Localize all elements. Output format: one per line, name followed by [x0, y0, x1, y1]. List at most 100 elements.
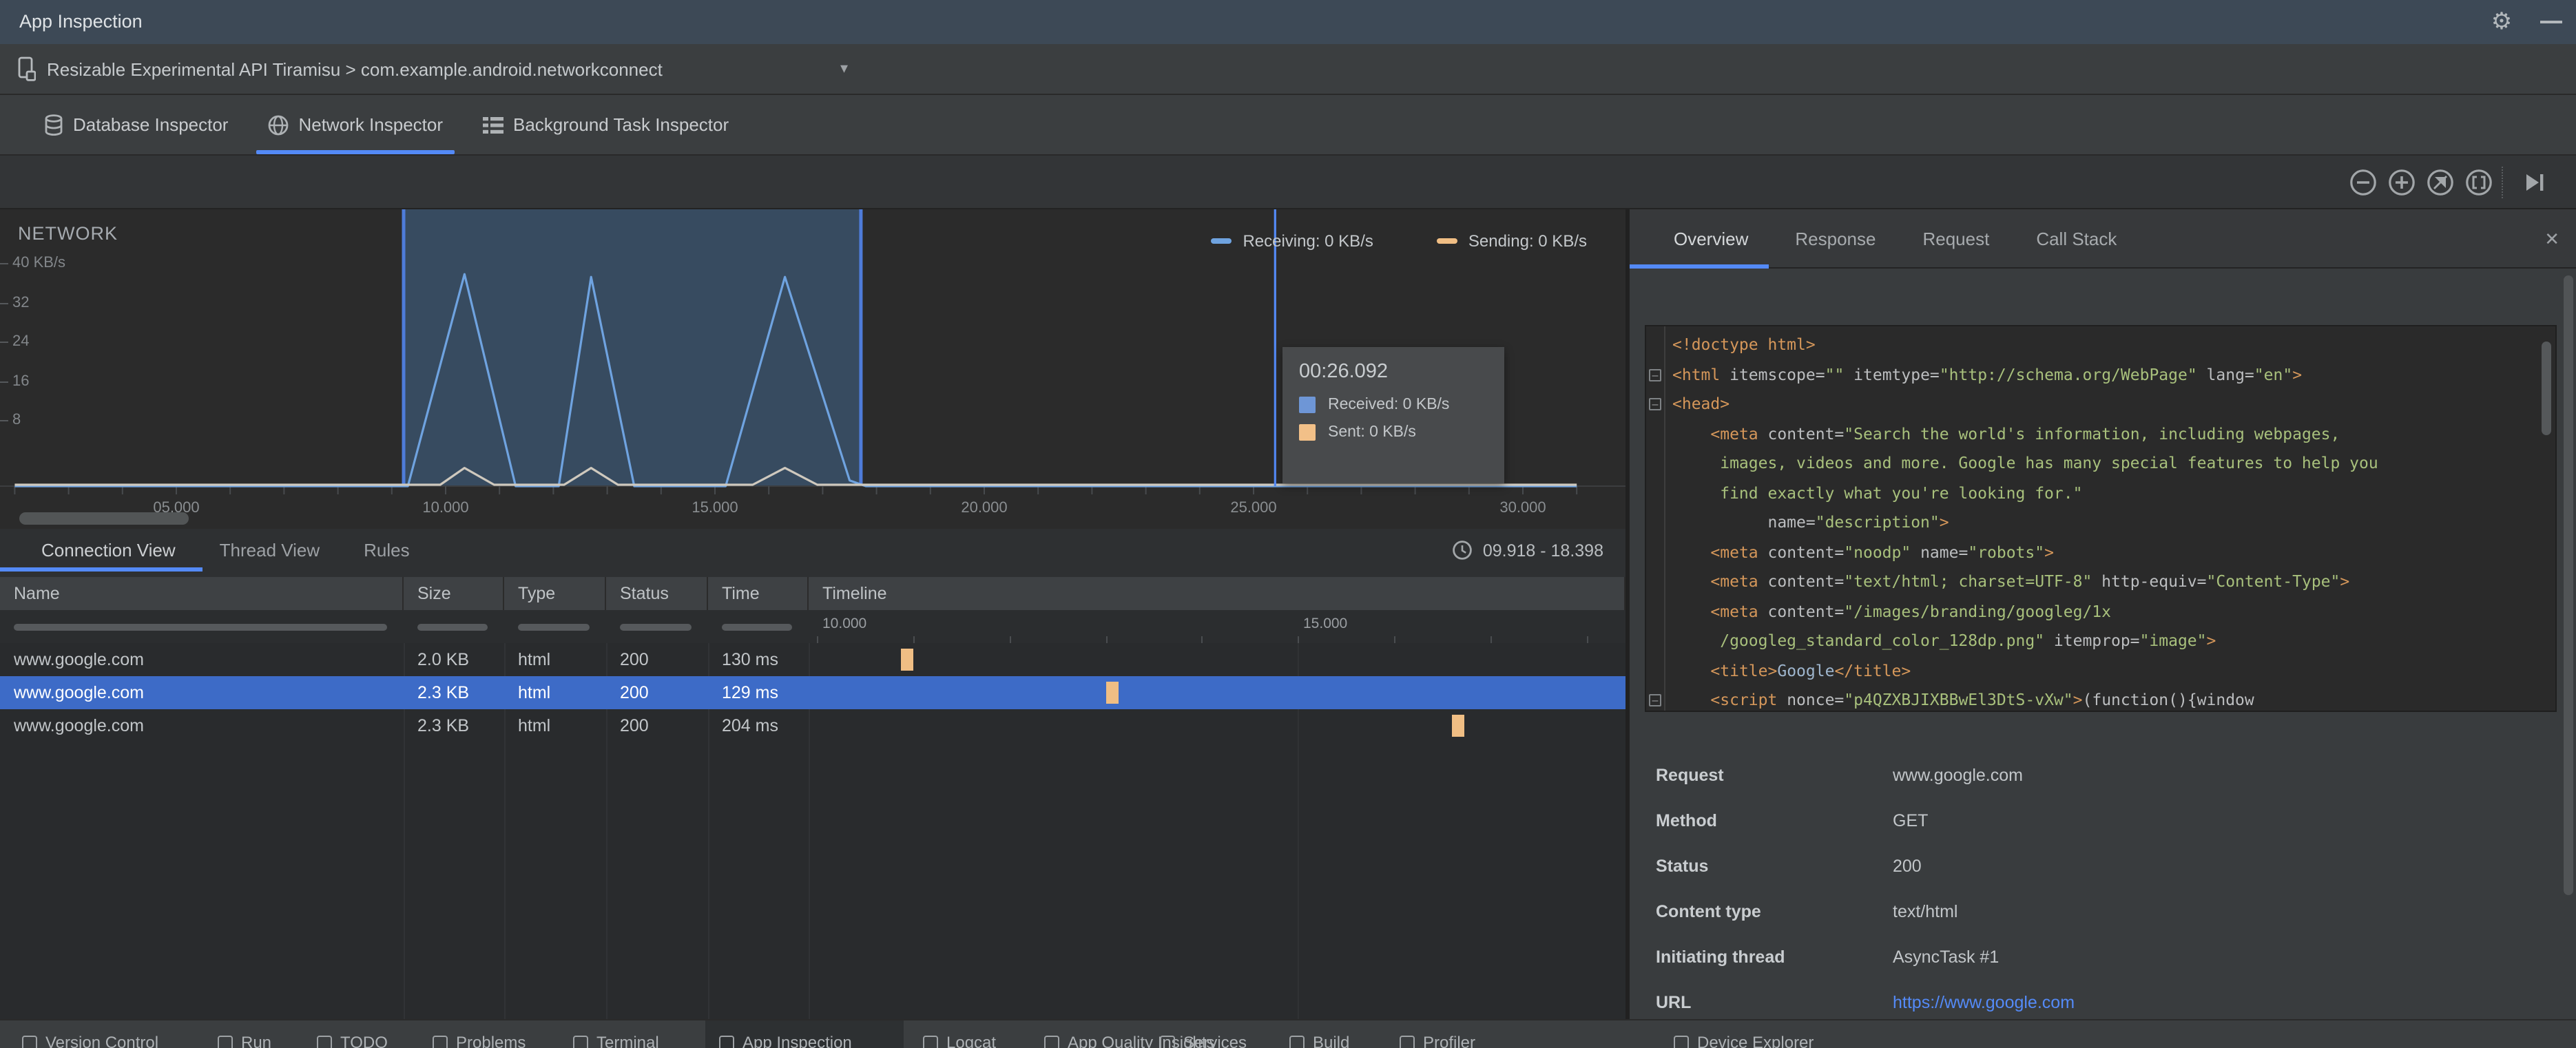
- ruler-tick: [817, 636, 818, 643]
- receiving-swatch: [1211, 238, 1232, 244]
- run-icon: [218, 1035, 233, 1048]
- todo-icon: [317, 1035, 332, 1048]
- tool-window-button-build[interactable]: Build: [1289, 1033, 1349, 1048]
- column-range-bar[interactable]: [518, 624, 590, 631]
- tooltip-time: 00:26.092: [1299, 361, 1389, 383]
- code-fold-icon[interactable]: –: [1649, 694, 1661, 706]
- tool-window-label: Build: [1313, 1033, 1350, 1048]
- tab-database-inspector[interactable]: Database Inspector: [25, 95, 247, 154]
- code-scrollbar-thumb[interactable]: [2542, 342, 2551, 435]
- column-header-name[interactable]: Name: [0, 577, 404, 610]
- column-range-bar[interactable]: [620, 624, 692, 631]
- globe-icon: [267, 114, 289, 136]
- tool-window-button-run[interactable]: Run: [218, 1033, 271, 1048]
- legend-sending: Sending: 0 KB/s: [1436, 231, 1587, 251]
- column-range-bar[interactable]: [14, 624, 387, 631]
- zoom-to-selection-icon[interactable]: [2464, 168, 2493, 197]
- tool-window-label: Profiler: [1423, 1033, 1476, 1048]
- chevron-down-icon[interactable]: ▾: [840, 44, 848, 95]
- table-row[interactable]: www.google.com 2.0 KB html 200 130 ms: [0, 643, 1625, 676]
- tool-window-button-version-control[interactable]: Version Control: [22, 1033, 158, 1048]
- field-value-link[interactable]: https://www.google.com: [1893, 993, 2075, 1012]
- timeline-scrollbar-thumb[interactable]: [19, 512, 189, 525]
- column-range-bar[interactable]: [722, 624, 792, 631]
- connections-table-body[interactable]: www.google.com 2.0 KB html 200 130 ms www.goo…: [0, 643, 1625, 1019]
- zoom-in-icon[interactable]: [2387, 168, 2416, 197]
- tab-response[interactable]: Response: [1772, 209, 1899, 267]
- tool-window-button-device-explorer[interactable]: Device Explorer: [1674, 1033, 1814, 1048]
- tool-window-label: Version Control: [45, 1033, 159, 1048]
- code-token-str: find exactly what you're looking for.": [1672, 483, 2083, 502]
- code-token-plain: name=: [1672, 512, 1816, 532]
- code-line: <html itemscope="" itemtype="http://sche…: [1672, 360, 2302, 390]
- cell-time: 204 ms: [722, 716, 778, 735]
- code-token-str: "Search the world's information, includi…: [1844, 423, 2340, 443]
- device-process-bar[interactable]: Resizable Experimental API Tiramisu > co…: [0, 44, 2576, 95]
- tool-window-button-todo[interactable]: TODO: [317, 1033, 388, 1048]
- inspector-tab-bar: Database Inspector Network Inspector Backg…: [0, 95, 2576, 156]
- tab-connection-view[interactable]: Connection View: [0, 529, 203, 572]
- response-preview-code[interactable]: <!doctype html> <html itemscope="" itemty…: [1645, 325, 2557, 712]
- tab-overview[interactable]: Overview: [1630, 209, 1772, 269]
- hide-window-icon[interactable]: [2540, 21, 2562, 23]
- code-token-tag: <title>: [1710, 660, 1778, 680]
- tab-rules[interactable]: Rules: [342, 529, 432, 572]
- network-chart-panel[interactable]: 05.000 10.000 15.000 20.000 25.000 30.000 NET…: [0, 209, 1625, 529]
- table-row[interactable]: www.google.com 2.3 KB html 200 204 ms: [0, 709, 1625, 742]
- panel-scrollbar-thumb[interactable]: [2564, 275, 2573, 895]
- column-header-size[interactable]: Size: [404, 577, 504, 610]
- tool-window-button-services[interactable]: Services: [1160, 1033, 1247, 1048]
- tab-thread-view[interactable]: Thread View: [198, 529, 342, 572]
- y-axis-tick: [0, 381, 8, 383]
- ruler-tick: [1010, 636, 1011, 643]
- jump-to-live-icon[interactable]: [2520, 168, 2548, 197]
- chart-legend: Receiving: 0 KB/s Sending: 0 KB/s: [1211, 231, 1587, 251]
- ruler-tick: [1298, 636, 1299, 643]
- column-header-type[interactable]: Type: [504, 577, 606, 610]
- cell-type: html: [518, 716, 551, 735]
- field-label: Content type: [1656, 902, 1761, 921]
- code-token-str: "": [1825, 364, 1845, 384]
- clock-icon: [1453, 540, 1473, 560]
- column-header-timeline[interactable]: Timeline: [809, 577, 1625, 610]
- field-initiating-thread: Initiating thread AsyncTask #1: [1656, 947, 2551, 993]
- task-list-icon: [481, 115, 503, 134]
- code-line: find exactly what you're looking for.": [1672, 479, 2082, 508]
- table-row[interactable]: www.google.com 2.3 KB html 200 129 ms: [0, 676, 1625, 709]
- code-token-str: "Content-Type": [2206, 572, 2340, 591]
- code-line: name="description">: [1672, 508, 1949, 538]
- code-line: <head>: [1672, 390, 1730, 419]
- connections-table-header[interactable]: Name Size Type Status Time Timeline: [0, 577, 1625, 610]
- code-gutter: [1664, 326, 1665, 711]
- field-value: GET: [1893, 811, 1929, 830]
- code-token-tag: >: [2206, 631, 2216, 650]
- tab-label: Overview: [1674, 228, 1749, 249]
- tool-window-bar: Version Control Run TODO Problems Terminal Ap…: [0, 1019, 2576, 1048]
- tool-window-label: Services: [1183, 1033, 1247, 1048]
- tab-network-inspector[interactable]: Network Inspector: [247, 95, 462, 154]
- column-header-time[interactable]: Time: [708, 577, 809, 610]
- tool-window-button-terminal[interactable]: Terminal: [573, 1033, 659, 1048]
- ruler-tick: [913, 636, 915, 643]
- gear-icon[interactable]: ⚙: [2488, 8, 2515, 36]
- code-token-tag: <head>: [1672, 394, 1730, 413]
- tab-request[interactable]: Request: [1899, 209, 2013, 267]
- tab-background-task-inspector[interactable]: Background Task Inspector: [462, 95, 748, 154]
- tool-window-button-app-inspection[interactable]: App Inspection: [719, 1033, 852, 1048]
- ruler-tick: [1106, 636, 1108, 643]
- zoom-out-icon[interactable]: [2349, 168, 2378, 197]
- column-range-bar[interactable]: [417, 624, 488, 631]
- code-fold-icon[interactable]: –: [1649, 398, 1661, 410]
- reset-zoom-icon[interactable]: [2426, 168, 2455, 197]
- tab-label: Thread View: [219, 540, 320, 560]
- tool-window-button-problems[interactable]: Problems: [433, 1033, 526, 1048]
- tab-call-stack[interactable]: Call Stack: [2013, 209, 2140, 267]
- tool-window-button-logcat[interactable]: Logcat: [923, 1033, 996, 1048]
- column-header-status[interactable]: Status: [606, 577, 708, 610]
- tool-window-button-profiler[interactable]: Profiler: [1400, 1033, 1475, 1048]
- close-icon[interactable]: ✕: [2544, 209, 2559, 269]
- tab-label: Database Inspector: [73, 114, 229, 135]
- code-token-str: "robots": [1968, 542, 2045, 561]
- code-fold-icon[interactable]: –: [1649, 368, 1661, 381]
- tab-label: Background Task Inspector: [513, 114, 729, 135]
